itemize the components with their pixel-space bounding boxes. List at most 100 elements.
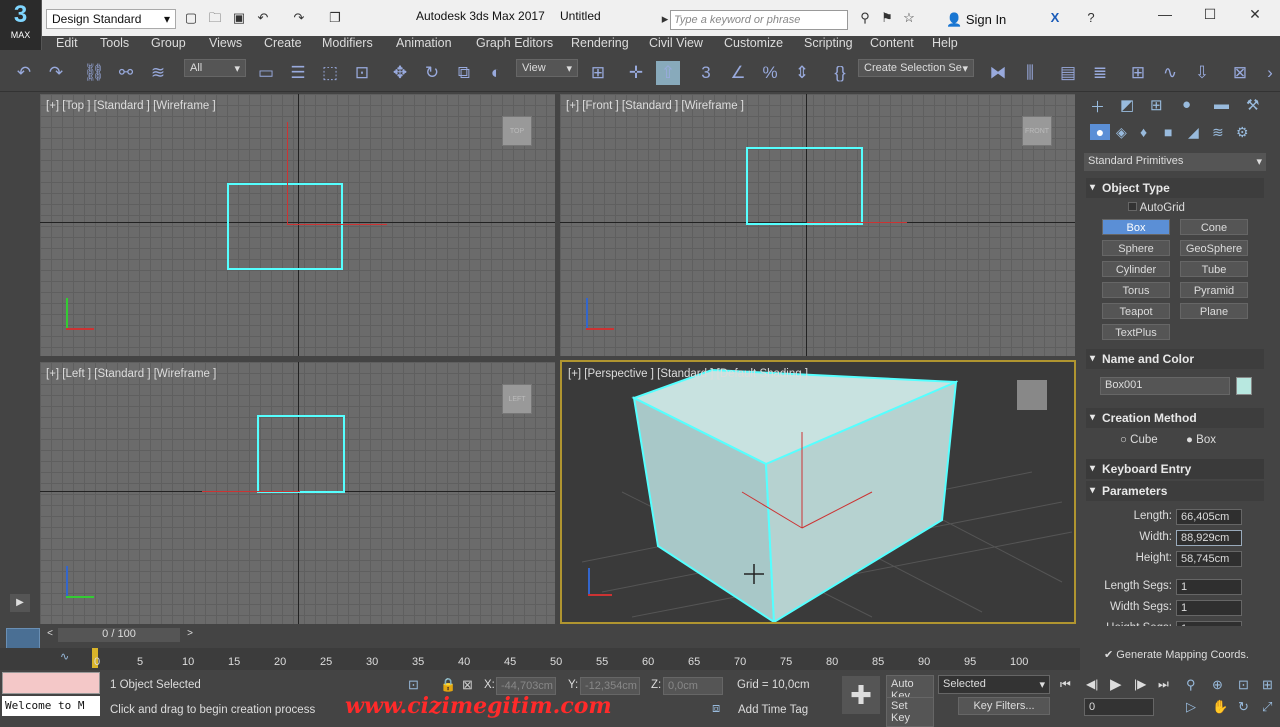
rendered-frame-icon[interactable]: ⊠ xyxy=(1228,61,1252,85)
selection-filter-dropdown[interactable]: All ▾ xyxy=(184,59,246,77)
curve-editor-icon[interactable]: ∿ xyxy=(60,650,69,663)
set-key-button[interactable]: Set Key xyxy=(886,697,934,727)
viewport-perspective[interactable]: [+] [Perspective ] [Standard ] [Default … xyxy=(560,360,1076,624)
schematic-view-icon[interactable]: ⊞ xyxy=(1126,61,1150,85)
textplus-button[interactable]: TextPlus xyxy=(1102,324,1170,340)
percent-snap-icon[interactable]: % xyxy=(758,61,782,85)
menu-edit[interactable]: Edit xyxy=(56,36,78,50)
close-icon[interactable]: ✕ xyxy=(1240,6,1270,26)
keyboard-shortcut-override-icon[interactable]: ⇧ xyxy=(656,61,680,85)
length-segs-spinner[interactable]: 1 xyxy=(1176,579,1242,595)
key-filters-button[interactable]: Key Filters... xyxy=(958,697,1050,715)
sphere-button[interactable]: Sphere xyxy=(1102,240,1170,256)
isolate-selection-icon[interactable]: ⊡ xyxy=(408,677,419,693)
geosphere-button[interactable]: GeoSphere xyxy=(1180,240,1248,256)
pan-icon[interactable]: ✋ xyxy=(1212,699,1228,715)
minimize-icon[interactable]: — xyxy=(1150,6,1180,26)
category-dropdown[interactable]: Standard Primitives ▾ xyxy=(1084,153,1266,171)
viewcube[interactable] xyxy=(1017,380,1047,410)
edit-named-selection-icon[interactable]: {} xyxy=(828,61,852,85)
cylinder-button[interactable]: Cylinder xyxy=(1102,261,1170,277)
favorites-icon[interactable]: ☆ xyxy=(900,9,918,27)
menu-tools[interactable]: Tools xyxy=(100,36,129,50)
zoom-extents-icon[interactable]: ⊡ xyxy=(1238,677,1249,693)
motion-tab-icon[interactable]: ● xyxy=(1182,96,1191,113)
project-icon[interactable]: ❐ xyxy=(326,9,344,27)
snaps-toggle-icon[interactable]: 3 xyxy=(694,61,718,85)
maximize-viewport-icon[interactable]: ⤢ xyxy=(1262,699,1272,715)
undo-icon[interactable]: ↶ xyxy=(12,61,36,85)
helpers-icon[interactable]: ◢ xyxy=(1188,124,1199,141)
toolbar-more-icon[interactable]: › xyxy=(1258,61,1280,85)
teapot-button[interactable]: Teapot xyxy=(1102,303,1170,319)
width-segs-spinner[interactable]: 1 xyxy=(1176,600,1242,616)
select-by-name-icon[interactable]: ☰ xyxy=(286,61,310,85)
redo-icon[interactable]: ↷ xyxy=(290,9,308,27)
select-object-icon[interactable]: ▭ xyxy=(254,61,278,85)
layer-explorer-icon[interactable]: ▤ xyxy=(1056,61,1080,85)
align-icon[interactable]: ⫼ xyxy=(1018,61,1042,85)
binoculars-icon[interactable]: ⚲ xyxy=(856,9,874,27)
key-mode-dropdown[interactable]: Selected ▾ xyxy=(938,675,1050,694)
box-object[interactable] xyxy=(227,183,343,270)
display-tab-icon[interactable]: ▬ xyxy=(1214,96,1229,113)
lights-icon[interactable]: ♦ xyxy=(1140,124,1147,140)
generate-mapping-checkbox[interactable]: ✔ Generate Mapping Coords. xyxy=(1104,648,1249,661)
menu-views[interactable]: Views xyxy=(209,36,242,50)
lock-selection-icon[interactable]: 🔒 xyxy=(440,677,456,693)
mirror-icon[interactable]: ⧓ xyxy=(986,61,1010,85)
angle-snap-icon[interactable]: ∠ xyxy=(726,61,750,85)
geometry-icon[interactable]: ● xyxy=(1090,124,1110,140)
play-animation-icon[interactable]: ▶ xyxy=(1110,675,1130,693)
menu-graph-editors[interactable]: Graph Editors xyxy=(476,36,553,50)
viewcube[interactable]: TOP xyxy=(502,116,532,146)
spinner-snap-icon[interactable]: ⇕ xyxy=(790,61,814,85)
orbit-icon[interactable]: ↻ xyxy=(1238,699,1249,715)
create-tab-icon[interactable]: ＋ xyxy=(1090,96,1105,117)
undo-icon[interactable]: ↶ xyxy=(254,9,272,27)
tube-button[interactable]: Tube xyxy=(1180,261,1248,277)
play-icon[interactable]: ▶ xyxy=(10,594,30,612)
torus-button[interactable]: Torus xyxy=(1102,282,1170,298)
systems-icon[interactable]: ⚙ xyxy=(1236,124,1249,141)
move-icon[interactable]: ✥ xyxy=(388,61,412,85)
width-spinner[interactable]: 88,929cm xyxy=(1176,530,1242,546)
cameras-icon[interactable]: ■ xyxy=(1164,124,1172,140)
rectangular-selection-icon[interactable]: ⬚ xyxy=(318,61,342,85)
menu-rendering[interactable]: Rendering xyxy=(571,36,629,50)
pyramid-button[interactable]: Pyramid xyxy=(1180,282,1248,298)
prev-key-icon[interactable]: ◀| xyxy=(1086,677,1106,691)
parameters-rollout[interactable]: Parameters xyxy=(1086,481,1264,501)
zoom-icon[interactable]: ⚲ xyxy=(1186,677,1196,693)
cone-button[interactable]: Cone xyxy=(1180,219,1248,235)
new-file-icon[interactable]: ▢ xyxy=(182,9,200,27)
viewport-label[interactable]: [+] [Front ] [Standard ] [Wireframe ] xyxy=(566,100,744,112)
window-crossing-icon[interactable]: ⊡ xyxy=(350,61,374,85)
rotate-icon[interactable]: ↻ xyxy=(420,61,444,85)
current-frame-spinner[interactable]: 0 xyxy=(1084,698,1154,716)
maxscript-listener[interactable] xyxy=(2,672,100,694)
box-object[interactable] xyxy=(746,147,863,225)
search-input[interactable]: Type a keyword or phrase xyxy=(670,10,848,30)
spacewarps-icon[interactable]: ≋ xyxy=(1212,124,1224,141)
bind-spacewarp-icon[interactable]: ≋ xyxy=(146,61,170,85)
select-manipulate-icon[interactable]: ✛ xyxy=(624,61,648,85)
field-of-view-icon[interactable]: ▷ xyxy=(1186,699,1196,715)
height-spinner[interactable]: 58,745cm xyxy=(1176,551,1242,567)
goto-start-icon[interactable]: ⏮ xyxy=(1060,677,1080,692)
workspace-dropdown[interactable]: Design Standard ▾ xyxy=(46,9,176,29)
menu-customize[interactable]: Customize xyxy=(724,36,783,50)
app-logo[interactable]: 3 MAX xyxy=(0,0,42,50)
prev-frame-icon[interactable]: < xyxy=(44,628,56,642)
menu-create[interactable]: Create xyxy=(264,36,302,50)
length-spinner[interactable]: 66,405cm xyxy=(1176,509,1242,525)
named-selection-dropdown[interactable]: Create Selection Se ▾ xyxy=(858,59,974,77)
box-button[interactable]: Box xyxy=(1102,219,1170,235)
goto-end-icon[interactable]: ⏭ xyxy=(1158,677,1178,692)
keyboard-entry-rollout[interactable]: Keyboard Entry xyxy=(1086,459,1264,479)
exchange-icon[interactable]: X xyxy=(1046,9,1064,27)
add-time-tag[interactable]: Add Time Tag xyxy=(738,704,808,716)
viewport-left[interactable]: [+] [Left ] [Standard ] [Wireframe ] LEF… xyxy=(40,362,555,624)
toggle-ribbon-icon[interactable]: ≣ xyxy=(1088,61,1112,85)
viewport-label[interactable]: [+] [Top ] [Standard ] [Wireframe ] xyxy=(46,100,216,112)
